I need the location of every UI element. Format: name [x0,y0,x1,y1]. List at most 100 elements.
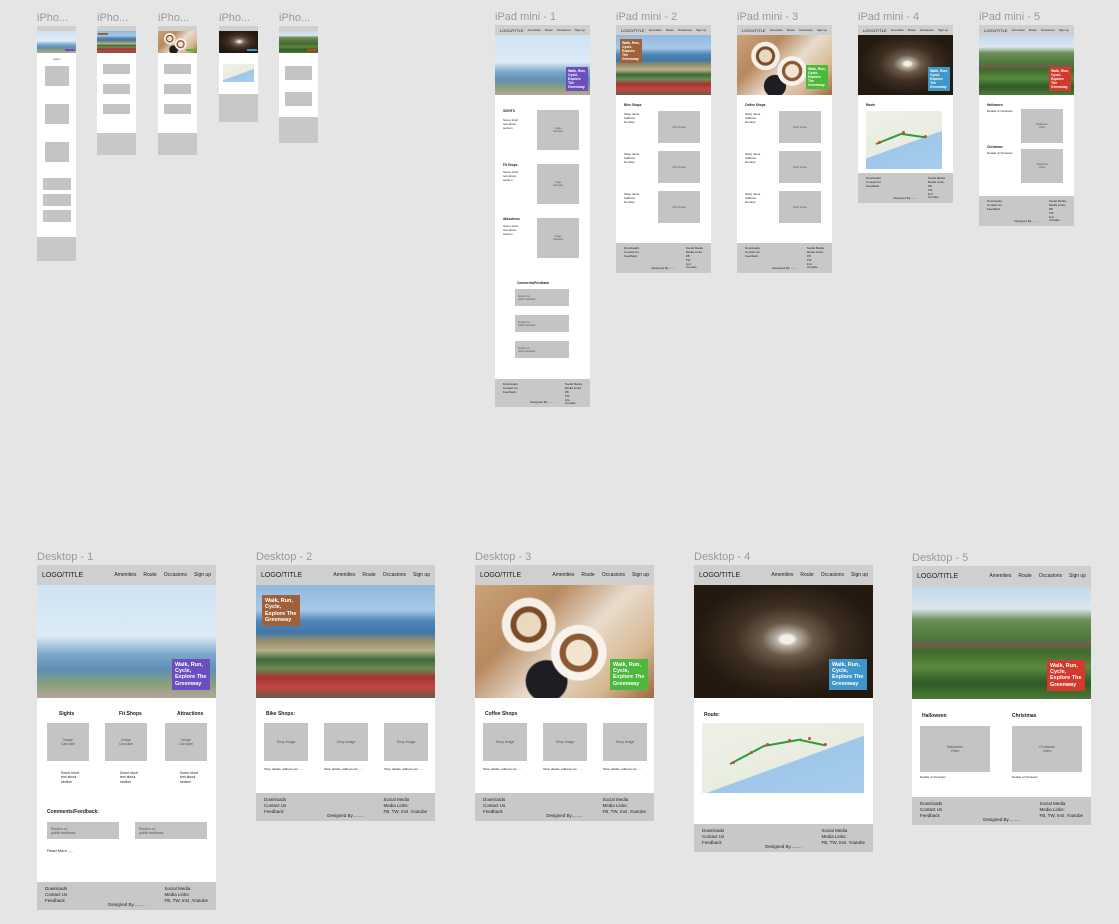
cta-badge[interactable]: Walk, Run, Cycle, Explore The Greenway [928,66,950,91]
nav-link-occasions[interactable]: Occasions [1039,573,1062,579]
footer-social[interactable]: Social Media Media Links: FB, TW, Inst ,… [383,797,427,815]
nav-link-route[interactable]: Route [1029,28,1037,32]
iphone-frame-1[interactable]: iPho... SIGHTS [37,12,76,261]
image-carousel-placeholder[interactable]: Image Carousel [537,110,579,150]
desktop-frame-1[interactable]: Desktop - 1 LOGO/TITLE Amenities Route O… [37,551,216,910]
nav-link-signup[interactable]: Sign up [413,572,430,578]
nav-link-amenities[interactable]: Amenities [649,28,662,32]
ipad-frame-1[interactable]: iPad mini - 1 LOGO/TITLE Amenities Route… [495,11,590,407]
footer-social[interactable]: Social Media Media Links: FB, TW, Inst ,… [602,797,646,815]
nav-link-occasions[interactable]: Occasions [602,572,625,578]
nav-link-signup[interactable]: Sign up [575,28,585,32]
nav-link-route[interactable]: Route [581,572,594,578]
route-map[interactable] [223,64,254,82]
cta-badge[interactable]: Walk, Run, Cycle, Explore The Greenway [566,66,588,91]
nav-link-occasions[interactable]: Occasions [557,28,571,32]
logo[interactable]: LOGO/TITLE [917,573,958,580]
nav-link-route[interactable]: Route [362,572,375,578]
footer-links[interactable]: Downloads Contact Us Feedback [866,176,881,189]
footer-links[interactable]: Downloads Contact Us Feedback [503,382,518,395]
nav-link-amenities[interactable]: Amenities [114,572,136,578]
footer-social[interactable]: Social Media Media Links: FB, TW, Inst ,… [164,886,208,904]
shop-image[interactable]: Shop Image [658,151,700,183]
shop-image[interactable]: Shop Image [384,723,428,761]
ipad-frame-2[interactable]: iPad mini - 2 LOGO/TITLE Amenities Route… [616,11,711,273]
shop-image[interactable]: Shop Image [264,723,308,761]
iphone-frame-2[interactable]: iPho... [97,12,136,155]
footer-links[interactable]: Downloads Contact Us Feedback [702,828,724,846]
footer-links[interactable]: Downloads Contact Us Feedback [483,797,505,815]
nav-link-amenities[interactable]: Amenities [989,573,1011,579]
image-carousel-placeholder[interactable]: Image Carousel [47,723,89,761]
nav-link-signup[interactable]: Sign up [851,572,868,578]
nav-link-occasions[interactable]: Occasions [164,572,187,578]
iphone-frame-5[interactable]: iPho... [279,12,318,143]
logo[interactable]: LOGO/TITLE [863,28,887,33]
nav-link-signup[interactable]: Sign up [632,572,649,578]
footer-social[interactable]: Social Media Media Links: FB, TW, Inst ,… [1039,801,1083,819]
nav-link-route[interactable]: Route [787,28,795,32]
shop-image[interactable]: Shop Image [658,111,700,143]
nav-link-amenities[interactable]: Amenities [770,28,783,32]
image-carousel-placeholder[interactable]: Image Carousel [537,164,579,204]
shop-image[interactable]: Shop Image [779,151,821,183]
ipad-frame-5[interactable]: iPad mini - 5 LOGO/TITLE Amenities Route… [979,11,1074,226]
nav-link-signup[interactable]: Sign up [696,28,706,32]
iphone-frame-3[interactable]: iPho... [158,12,197,155]
shop-image[interactable]: Shop Image [779,191,821,223]
shop-image[interactable]: Shop Image [324,723,368,761]
cta-badge[interactable]: Walk, Run, Cycle, Explore The Greenway [1049,66,1071,91]
nav-link-amenities[interactable]: Amenities [333,572,355,578]
desktop-frame-2[interactable]: Desktop - 2 LOGO/TITLE Amenities Route O… [256,551,435,821]
cta-badge[interactable]: Walk, Run, Cycle, Explore The Greenway [262,595,300,627]
nav-link-occasions[interactable]: Occasions [383,572,406,578]
logo[interactable]: LOGO/TITLE [742,28,766,33]
map-pin-icon[interactable] [766,743,769,746]
route-map[interactable] [866,111,942,169]
nav-link-amenities[interactable]: Amenities [552,572,574,578]
desktop-frame-4[interactable]: Desktop - 4 LOGO/TITLE Amenities Route O… [694,551,873,852]
footer-social[interactable]: Social Media Media Links: FB, TW, Inst ,… [821,828,865,846]
cta-badge[interactable]: Walk, Run, Cycle, Explore The Greenway [829,658,867,690]
nav-link-route[interactable]: Route [908,28,916,32]
video-placeholder[interactable]: Christmas Video [1021,149,1063,183]
nav-link-route[interactable]: Route [666,28,674,32]
image-carousel-placeholder[interactable]: Image Carousel [105,723,147,761]
nav-link-route[interactable]: Route [1018,573,1031,579]
nav-link-occasions[interactable]: Occasions [821,572,844,578]
nav-link-amenities[interactable]: Amenities [528,28,541,32]
feedback-item[interactable]: Section on public feedback [515,341,569,358]
image-carousel-placeholder[interactable]: Image Carousel [165,723,207,761]
video-placeholder[interactable]: Halloween Video [920,726,990,772]
nav-link-signup[interactable]: Sign up [194,572,211,578]
nav-link-signup[interactable]: Sign up [1059,28,1069,32]
shop-image[interactable]: Shop Image [658,191,700,223]
map-pin-icon[interactable] [750,751,753,754]
nav-link-amenities[interactable]: Amenities [891,28,904,32]
nav-link-signup[interactable]: Sign up [1069,573,1086,579]
feedback-item[interactable]: Section on public feedback [515,315,569,332]
map-pin-icon[interactable] [808,737,811,740]
nav-link-route[interactable]: Route [800,572,813,578]
logo[interactable]: LOGO/TITLE [42,572,83,579]
ipad-frame-3[interactable]: iPad mini - 3 LOGO/TITLE Amenities Route… [737,11,832,273]
map-pin-icon[interactable] [924,135,927,138]
logo[interactable]: LOGO/TITLE [621,28,645,33]
nav-link-occasions[interactable]: Occasions [678,28,692,32]
nav-link-signup[interactable]: Sign up [938,28,948,32]
feedback-item[interactable]: Section on public feedback [47,822,119,839]
iphone-frame-4[interactable]: iPho... [219,12,258,122]
logo[interactable]: LOGO/TITLE [480,572,521,579]
cta-badge[interactable]: Walk, Run, Cycle, Explore The Greenway [172,658,210,690]
video-placeholder[interactable]: Halloween Video [1021,109,1063,143]
cta-badge[interactable]: Walk, Run, Cycle, Explore The Greenway [610,658,648,690]
shop-image[interactable]: Shop Image [603,723,647,761]
nav-link-occasions[interactable]: Occasions [1041,28,1055,32]
cta-badge[interactable]: Walk, Run, Cycle, Explore The Greenway [1047,659,1085,691]
map-pin-icon[interactable] [824,743,827,746]
footer-links[interactable]: Downloads Contact Us Feedback [45,886,67,904]
logo[interactable]: LOGO/TITLE [261,572,302,579]
nav-link-amenities[interactable]: Amenities [771,572,793,578]
footer-links[interactable]: Downloads Contact Us Feedback [264,797,286,815]
map-pin-icon[interactable] [878,141,881,144]
